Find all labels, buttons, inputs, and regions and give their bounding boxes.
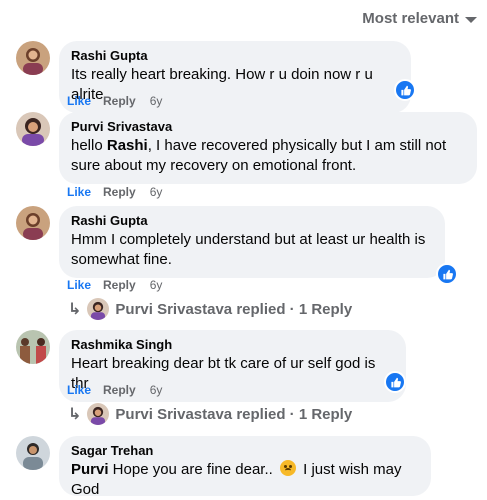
comment-time[interactable]: 6y — [150, 184, 163, 200]
comment-text: Purvi Hope you are fine dear.. I just wi… — [71, 460, 419, 500]
avatar[interactable] — [16, 112, 50, 146]
sort-dropdown[interactable]: Most relevant — [362, 10, 477, 27]
comment-actions: Like Reply 6y — [67, 93, 162, 109]
avatar[interactable] — [16, 330, 50, 364]
comment-actions: Like Reply 6y — [67, 184, 162, 200]
like-reaction-icon[interactable] — [436, 263, 458, 285]
comment-time[interactable]: 6y — [150, 93, 163, 109]
avatar[interactable] — [16, 206, 50, 240]
view-replies-link[interactable]: ↳ Purvi Srivastava replied · 1 Reply — [68, 403, 352, 425]
comment-author[interactable]: Sagar Trehan — [71, 443, 419, 459]
replies-summary: Purvi Srivastava replied · 1 Reply — [115, 300, 353, 318]
replies-summary: Purvi Srivastava replied · 1 Reply — [115, 405, 353, 423]
comment-bubble: Rashi Gupta Hmm I completely understand … — [59, 206, 445, 278]
like-reaction-icon[interactable] — [394, 79, 416, 101]
comment-author[interactable]: Rashi Gupta — [71, 213, 433, 229]
comment-text: Hmm I completely understand but at least… — [71, 231, 426, 268]
like-button[interactable]: Like — [67, 382, 91, 398]
mention-link[interactable]: Purvi — [71, 461, 109, 478]
sort-label: Most relevant — [362, 10, 459, 27]
avatar — [87, 298, 110, 320]
comment-author[interactable]: Rashmika Singh — [71, 337, 394, 353]
mention-link[interactable]: Rashi — [107, 137, 148, 154]
comment-author[interactable]: Rashi Gupta — [71, 48, 399, 64]
view-replies-link[interactable]: ↳ Purvi Srivastava replied · 1 Reply — [68, 298, 352, 320]
chevron-down-icon — [465, 16, 477, 23]
comment-text: hello Rashi, I have recovered physically… — [71, 136, 465, 176]
like-button[interactable]: Like — [67, 277, 91, 293]
comment-bubble: Sagar Trehan Purvi Hope you are fine dea… — [59, 436, 431, 498]
reply-arrow-icon: ↳ — [68, 301, 82, 318]
avatar — [87, 403, 110, 425]
comment-time[interactable]: 6y — [150, 382, 163, 398]
comment-actions: Like Reply 6y — [67, 277, 162, 293]
reply-button[interactable]: Reply — [103, 277, 136, 293]
sad-face-emoji-icon — [279, 460, 296, 476]
reply-arrow-icon: ↳ — [68, 406, 82, 423]
comment-time[interactable]: 6y — [150, 277, 163, 293]
like-button[interactable]: Like — [67, 93, 91, 109]
avatar[interactable] — [16, 41, 50, 75]
reply-button[interactable]: Reply — [103, 382, 136, 398]
reply-button[interactable]: Reply — [103, 184, 136, 200]
comment-text-prefix: hello — [71, 137, 107, 154]
reply-button[interactable]: Reply — [103, 93, 136, 109]
comment-text-mid: Hope you are fine dear.. — [108, 461, 277, 478]
like-reaction-icon[interactable] — [384, 371, 406, 393]
comment-actions: Like Reply 6y — [67, 382, 162, 398]
comment-author[interactable]: Purvi Srivastava — [71, 119, 465, 135]
like-button[interactable]: Like — [67, 184, 91, 200]
avatar[interactable] — [16, 436, 50, 470]
comment-bubble: Purvi Srivastava hello Rashi, I have rec… — [59, 112, 477, 184]
